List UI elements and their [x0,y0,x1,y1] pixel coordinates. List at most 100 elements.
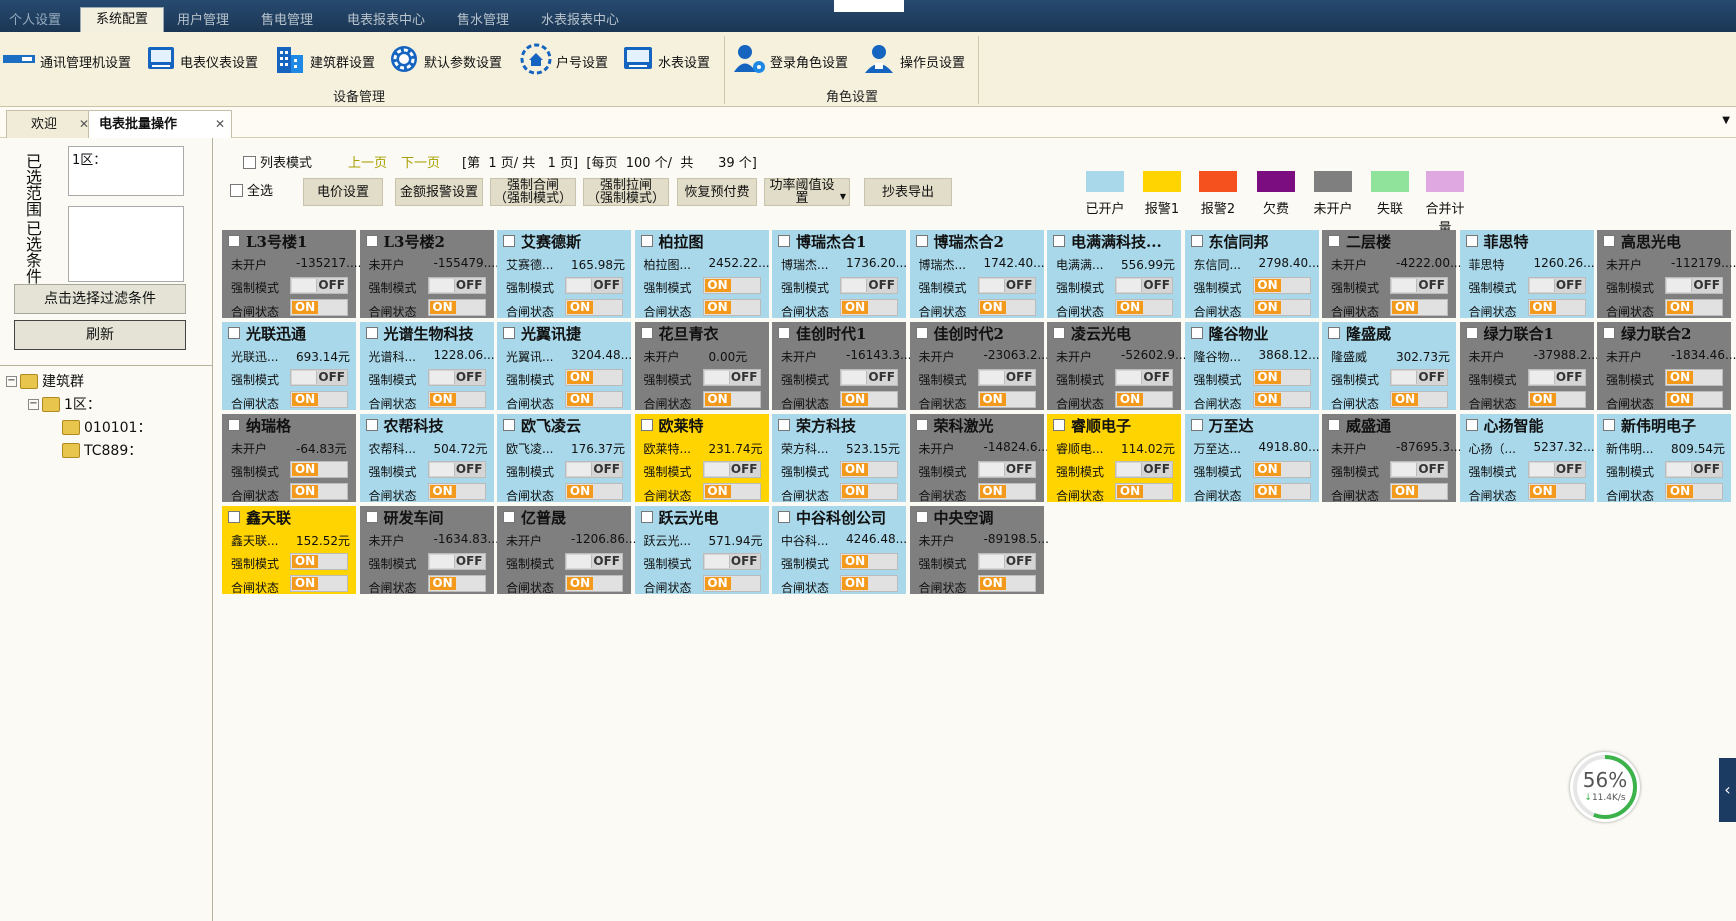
meter-card[interactable]: 凌云光电 未开户 -52602.9... 强制模式 OFF 合闸状态 ON [1047,322,1186,411]
close-state-toggle[interactable]: ON [977,299,1036,316]
force-mode-toggle[interactable]: OFF [427,277,486,294]
force-mode-toggle[interactable]: OFF [977,553,1036,570]
card-checkbox[interactable] [503,235,515,247]
meter-card[interactable]: 中央空调 未开户 -89198.5... 强制模式 OFF 合闸状态 ON [909,506,1049,595]
close-state-toggle[interactable]: ON [565,483,623,500]
force-mode-toggle[interactable]: ON [290,461,348,478]
force-mode-toggle[interactable]: OFF [290,277,348,294]
card-checkbox[interactable] [228,327,240,339]
force-mode-toggle[interactable]: OFF [702,553,761,570]
select-filter-button[interactable]: 点击选择过滤条件 [14,284,186,314]
default-params-button[interactable]: 默认参数设置 [388,46,502,76]
close-state-toggle[interactable]: ON [565,391,623,408]
meter-card[interactable]: 博瑞杰合1 博瑞杰... 1736.20... 强制模式 OFF 合闸状态 ON [772,230,907,319]
meter-card[interactable]: L3号楼2 未开户 -155479.... 强制模式 OFF 合闸状态 ON [359,230,499,319]
close-state-toggle[interactable]: ON [1252,391,1311,408]
card-checkbox[interactable] [503,327,515,339]
building-settings-button[interactable]: 建筑群设置 [274,46,375,76]
tree-node-buildings[interactable]: − 建筑群 [6,371,84,391]
meter-card[interactable]: 绿力联合1 未开户 -37988.2... 强制模式 OFF 合闸状态 ON [1459,322,1599,411]
close-state-toggle[interactable]: ON [1252,299,1311,316]
menu-system-config[interactable]: 系统配置 [80,7,164,33]
meter-card[interactable]: 荣方科技 荣方科... 523.15元 强制模式 ON 合闸状态 ON [772,414,906,503]
card-checkbox[interactable] [1190,235,1203,247]
force-mode-toggle[interactable]: OFF [1665,461,1723,478]
close-state-toggle[interactable]: ON [1252,483,1311,500]
force-open-button[interactable]: 强制拉闸 （强制模式） [583,178,669,206]
close-state-toggle[interactable]: ON [290,299,348,316]
force-mode-toggle[interactable]: ON [290,553,348,570]
card-checkbox[interactable] [640,511,653,523]
force-mode-toggle[interactable]: OFF [840,277,898,294]
card-checkbox[interactable] [1465,327,1478,339]
close-state-toggle[interactable]: ON [1115,391,1173,408]
close-state-toggle[interactable]: ON [1527,391,1586,408]
prev-page-link[interactable]: 上一页 [348,152,387,171]
tab-welcome[interactable]: 欢迎 ✕ [6,110,96,138]
card-checkbox[interactable] [1328,235,1340,247]
close-state-toggle[interactable]: ON [840,575,898,592]
card-checkbox[interactable] [365,419,378,431]
force-mode-toggle[interactable]: ON [1665,369,1723,386]
close-state-toggle[interactable]: ON [1527,299,1586,316]
operator-settings-button[interactable]: 操作员设置 [862,45,965,76]
card-checkbox[interactable] [228,511,240,523]
meter-card[interactable]: 艾赛德斯 艾赛德... 165.98元 强制模式 OFF 合闸状态 ON [497,230,631,319]
list-mode-checkbox[interactable]: 列表模式 [243,152,312,171]
force-mode-toggle[interactable]: OFF [565,461,623,478]
force-mode-toggle[interactable]: ON [565,369,623,386]
login-role-button[interactable]: 登录角色设置 [732,45,848,76]
card-checkbox[interactable] [1053,327,1065,339]
card-checkbox[interactable] [503,511,515,523]
close-state-toggle[interactable]: ON [290,483,348,500]
card-checkbox[interactable] [1603,235,1615,247]
force-mode-toggle[interactable]: OFF [1115,461,1173,478]
card-checkbox[interactable] [1328,327,1340,339]
power-threshold-dropdown[interactable]: 功率阈值设置 ▼ [764,178,850,206]
collapse-icon[interactable]: − [6,375,17,387]
meter-card[interactable]: 柏拉图 柏拉图... 2452.22... 强制模式 ON 合闸状态 ON [634,230,770,319]
force-mode-toggle[interactable]: OFF [1390,277,1448,294]
comm-manager-button[interactable]: 通讯管理机设置 [2,46,131,76]
close-state-toggle[interactable]: ON [427,391,486,408]
meter-card[interactable]: 中谷科创公司 中谷科... 4246.48... 强制模式 ON 合闸状态 ON [772,506,907,595]
close-state-toggle[interactable]: ON [840,299,898,316]
card-checkbox[interactable] [640,419,653,431]
close-state-toggle[interactable]: ON [977,483,1036,500]
force-mode-toggle[interactable]: OFF [977,277,1036,294]
water-meter-button[interactable]: 水表设置 [622,46,710,76]
menu-electricity-sales[interactable]: 售电管理 [252,9,322,32]
close-state-toggle[interactable]: ON [565,575,623,592]
card-checkbox[interactable] [778,419,790,431]
meter-card[interactable]: 新伟明电子 新伟明... 809.54元 强制模式 OFF 合闸状态 ON [1597,414,1731,503]
meter-card[interactable]: 研发车间 未开户 -1634.83... 强制模式 OFF 合闸状态 ON [359,506,499,595]
close-state-toggle[interactable]: ON [1115,483,1173,500]
card-checkbox[interactable] [640,235,653,247]
meter-card[interactable]: 博瑞杰合2 博瑞杰... 1742.40... 强制模式 OFF 合闸状态 ON [909,230,1045,319]
close-icon[interactable]: ✕ [215,111,225,138]
menu-water-sales[interactable]: 售水管理 [448,9,518,32]
card-checkbox[interactable] [228,235,240,247]
close-state-toggle[interactable]: ON [1665,483,1723,500]
collapse-icon[interactable]: − [28,398,39,410]
card-checkbox[interactable] [228,419,240,431]
card-checkbox[interactable] [1603,419,1615,431]
force-mode-toggle[interactable]: OFF [565,553,623,570]
card-checkbox[interactable] [1465,235,1478,247]
force-mode-toggle[interactable]: OFF [1527,461,1586,478]
meter-card[interactable]: 电满满科技... 电满满... 556.99元 强制模式 OFF 合闸状态 ON [1047,230,1181,319]
close-state-toggle[interactable]: ON [1527,483,1586,500]
force-mode-toggle[interactable]: OFF [427,553,486,570]
force-mode-toggle[interactable]: ON [1252,369,1311,386]
card-checkbox[interactable] [1603,327,1615,339]
meter-card[interactable]: 纳瑞格 未开户 -64.83元 强制模式 ON 合闸状态 ON [222,414,356,503]
force-mode-toggle[interactable]: OFF [565,277,623,294]
menu-user-management[interactable]: 用户管理 [168,9,238,32]
force-mode-toggle[interactable]: OFF [702,369,761,386]
force-close-button[interactable]: 强制合闸 （强制模式） [490,178,576,206]
meter-settings-button[interactable]: 电表仪表设置 [146,46,258,76]
card-checkbox[interactable] [778,511,790,523]
close-state-toggle[interactable]: ON [702,575,761,592]
price-settings-button[interactable]: 电价设置 [303,178,383,206]
close-state-toggle[interactable]: ON [1390,483,1448,500]
